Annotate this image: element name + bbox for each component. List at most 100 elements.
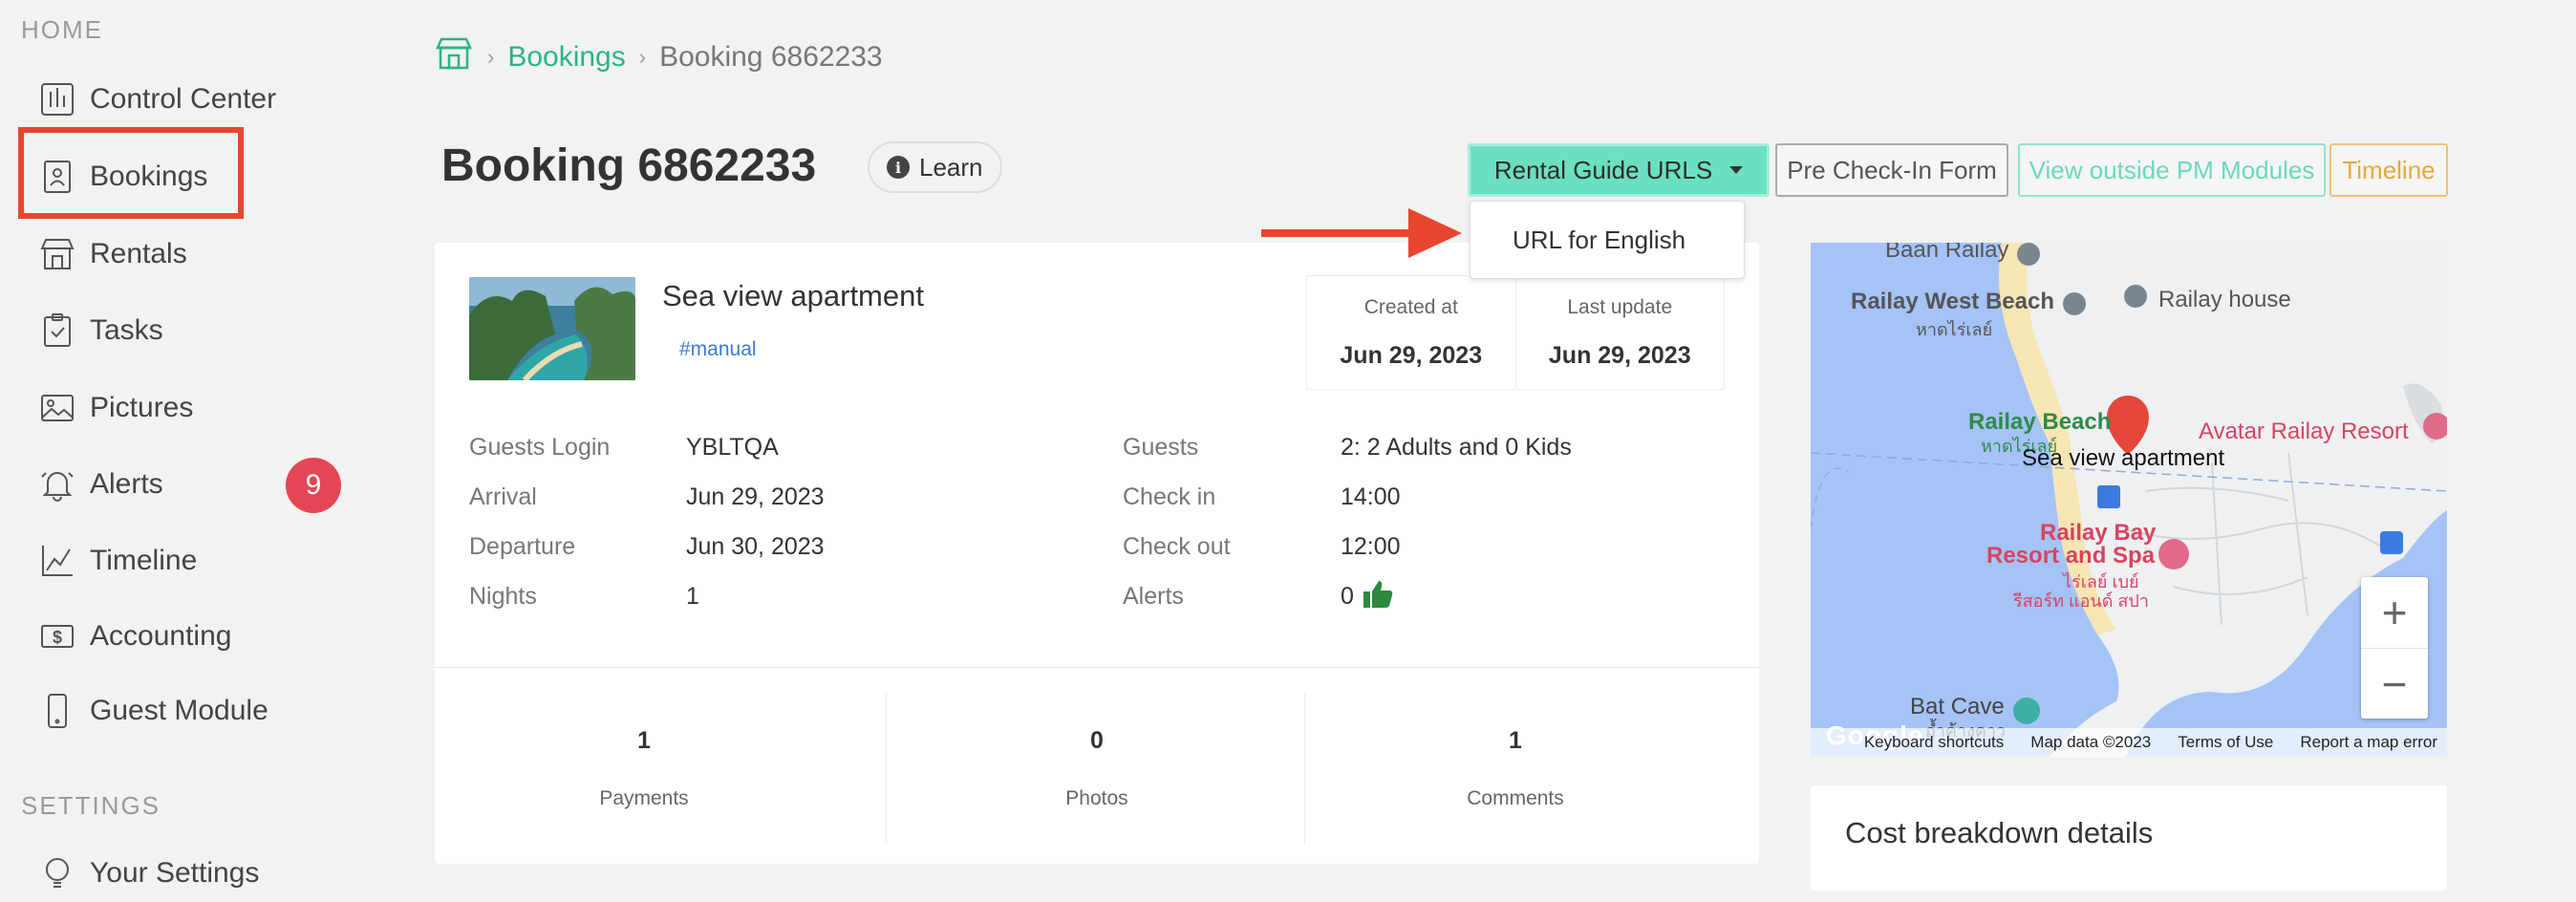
- comments-count: 1: [1509, 726, 1522, 754]
- image-icon: [36, 387, 78, 429]
- map-label-railay-bay-th2: รีสอร์ท แอนด์ สปา: [2013, 591, 2149, 611]
- sidebar-item-tasks[interactable]: Tasks: [36, 302, 163, 359]
- stat-divider: [886, 692, 887, 845]
- page-title: Booking 6862233: [441, 140, 817, 191]
- sidebar-item-label: Control Center: [90, 83, 277, 115]
- alerts-label: Alerts: [1123, 583, 1184, 610]
- comments-stat[interactable]: 1 Comments: [1306, 692, 1725, 845]
- sidebar-item-label: Accounting: [90, 620, 232, 652]
- sidebar-item-label: Alerts: [90, 468, 163, 500]
- guests-login-value: YBLTQA: [686, 434, 779, 461]
- arrival-label: Arrival: [469, 483, 537, 510]
- property-thumbnail[interactable]: [469, 277, 635, 380]
- check-out-value: 12:00: [1341, 533, 1401, 560]
- rental-guide-label: Rental Guide URLS: [1493, 155, 1713, 184]
- rental-guide-urls-button[interactable]: Rental Guide URLS: [1468, 143, 1770, 197]
- url-for-english-menu-item[interactable]: URL for English: [1470, 201, 1745, 279]
- guests-value: 2: 2 Adults and 0 Kids: [1341, 434, 1572, 461]
- pre-check-in-form-button[interactable]: Pre Check-In Form: [1775, 143, 2008, 197]
- comments-label: Comments: [1467, 786, 1564, 809]
- sidebar-item-your-settings[interactable]: Your Settings: [36, 845, 259, 902]
- dollar-bill-icon: $: [36, 615, 78, 657]
- keyboard-shortcuts-link[interactable]: Keyboard shortcuts: [1864, 733, 2004, 752]
- learn-label: Learn: [919, 152, 983, 182]
- cost-breakdown-card: Cost breakdown details: [1811, 785, 2447, 891]
- caret-down-icon: [1729, 166, 1744, 174]
- sidebar-item-label: Your Settings: [90, 857, 260, 889]
- breadcrumb-current: Booking 6862233: [659, 41, 883, 73]
- line-chart-icon: [36, 540, 78, 582]
- property-name[interactable]: Sea view apartment: [662, 279, 924, 313]
- last-update-label: Last update: [1567, 295, 1673, 318]
- home-section-title: HOME: [21, 15, 103, 44]
- map-label-railay-west-beach: Railay West Beach: [1851, 289, 2054, 314]
- sidebar-item-control-center[interactable]: Control Center: [36, 71, 276, 128]
- alerts-value: 0: [1341, 583, 1354, 610]
- map-pin-label-sea-view-apartment: Sea view apartment: [2022, 445, 2225, 471]
- chevron-right-icon: ›: [487, 45, 495, 69]
- booking-card: Sea view apartment #manual Created at Ju…: [435, 243, 1759, 864]
- zoom-out-button[interactable]: −: [2361, 648, 2428, 719]
- sidebar-item-rentals[interactable]: Rentals: [36, 226, 187, 283]
- created-at-label: Created at: [1363, 295, 1458, 318]
- sidebar-item-accounting[interactable]: $ Accounting: [36, 608, 231, 665]
- timeline-button[interactable]: Timeline: [2329, 143, 2448, 197]
- lightbulb-icon: [36, 852, 78, 894]
- sidebar: HOME Control Center Bookings Rentals Tas…: [0, 0, 382, 889]
- map-label-baan-railay: Baan Railay: [1885, 243, 2009, 263]
- terms-of-use-link[interactable]: Terms of Use: [2178, 733, 2273, 752]
- departure-value: Jun 30, 2023: [686, 533, 825, 560]
- card-divider: [435, 667, 1759, 668]
- arrival-value: Jun 29, 2023: [686, 483, 825, 510]
- stat-divider: [1304, 692, 1305, 845]
- sidebar-item-label: Pictures: [90, 392, 194, 423]
- map-data-text: Map data ©2023: [2030, 733, 2152, 751]
- payments-stat[interactable]: 1 Payments: [435, 692, 853, 845]
- breadcrumb: › Bookings › Booking 6862233: [434, 36, 883, 78]
- sidebar-item-label: Rentals: [90, 238, 187, 269]
- thumbs-up-icon: [1362, 579, 1394, 614]
- check-out-label: Check out: [1123, 533, 1231, 560]
- report-map-error-link[interactable]: Report a map error: [2300, 733, 2437, 752]
- map-footer: Keyboard shortcuts Map data ©2023 Terms …: [1811, 728, 2447, 757]
- zoom-in-button[interactable]: +: [2361, 577, 2428, 648]
- alarm-bell-icon: [36, 463, 78, 505]
- map-label-railay-house: Railay house: [2158, 287, 2291, 312]
- clipboard-check-icon: [36, 310, 78, 352]
- created-at-value: Jun 29, 2023: [1340, 341, 1483, 369]
- learn-button[interactable]: i Learn: [868, 141, 1002, 193]
- photos-count: 0: [1090, 726, 1104, 754]
- nights-value: 1: [686, 583, 699, 610]
- sidebar-item-alerts[interactable]: Alerts: [36, 456, 163, 513]
- departure-label: Departure: [469, 533, 576, 560]
- chevron-right-icon: ›: [638, 45, 647, 69]
- sidebar-item-timeline[interactable]: Timeline: [36, 532, 197, 590]
- last-update-col: Last update Jun 29, 2023: [1514, 276, 1725, 389]
- check-in-label: Check in: [1123, 483, 1216, 510]
- smartphone-icon: [36, 690, 78, 732]
- info-icon: i: [887, 156, 910, 179]
- map-label-railay-west-th: หาดไร่เลย์: [1916, 320, 1993, 339]
- store-icon: [36, 233, 78, 275]
- map-view[interactable]: Baan Railay Railay West Beach หาดไร่เลย์…: [1811, 243, 2447, 757]
- sidebar-item-guest-module[interactable]: Guest Module: [36, 682, 268, 740]
- payments-label: Payments: [599, 786, 689, 809]
- sidebar-item-pictures[interactable]: Pictures: [36, 379, 193, 437]
- breadcrumb-bookings-link[interactable]: Bookings: [507, 41, 625, 74]
- store-home-icon[interactable]: [434, 36, 474, 78]
- photos-label: Photos: [1065, 786, 1128, 809]
- photos-stat[interactable]: 0 Photos: [888, 692, 1306, 845]
- annotation-arrow-icon: [1261, 208, 1462, 258]
- settings-section-title: SETTINGS: [21, 791, 161, 820]
- check-in-value: 14:00: [1341, 483, 1401, 510]
- view-outside-pm-modules-button[interactable]: View outside PM Modules: [2018, 143, 2326, 197]
- payments-count: 1: [637, 726, 651, 754]
- guests-login-label: Guests Login: [469, 434, 611, 461]
- manual-tag[interactable]: #manual: [679, 338, 757, 361]
- last-update-value: Jun 29, 2023: [1548, 341, 1691, 369]
- cost-breakdown-title: Cost breakdown details: [1845, 816, 2154, 849]
- sidebar-item-label: Tasks: [90, 314, 163, 346]
- nights-label: Nights: [469, 583, 537, 610]
- dates-box: Created at Jun 29, 2023 Last update Jun …: [1306, 275, 1725, 390]
- svg-text:$: $: [53, 628, 62, 647]
